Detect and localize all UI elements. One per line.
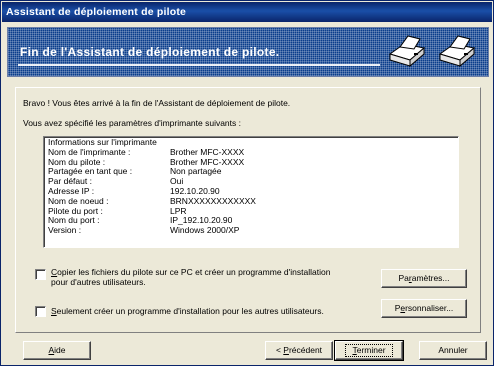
list-item: Partagée en tant que : Non partagée [48, 166, 222, 177]
list-item: Version : Windows 2000/XP [48, 225, 240, 236]
parametres-button[interactable]: Paramètres... [381, 269, 467, 288]
printer-icon [436, 34, 478, 72]
wizard-window: Assistant de déploiement de pilote Fin d… [0, 0, 494, 366]
printer-info-list[interactable]: Informations sur l'imprimante Nom de l'i… [43, 136, 459, 248]
personnaliser-button[interactable]: Personnaliser... [381, 299, 467, 318]
banner-divider [18, 64, 380, 66]
precedent-button[interactable]: < Précédent [265, 341, 333, 360]
intro-text: Bravo ! Vous êtes arrivé à la fin de l'A… [23, 98, 291, 108]
only-create-checkbox[interactable] [35, 306, 46, 317]
copy-files-label[interactable]: Copier les fichiers du pilote sur ce PC … [51, 267, 330, 287]
list-item: Nom du port : IP_192.10.20.90 [48, 215, 233, 226]
aide-button[interactable]: Aide [23, 341, 91, 360]
list-item: Par défaut : Oui [48, 176, 184, 187]
list-item: Pilote du port : LPR [48, 205, 187, 216]
terminer-button[interactable]: Terminer [334, 340, 404, 361]
wizard-banner: Fin de l'Assistant de déploiement de pil… [7, 27, 489, 77]
banner-title: Fin de l'Assistant de déploiement de pil… [20, 45, 280, 59]
only-create-label[interactable]: Seulement créer un programme d'installat… [51, 306, 324, 316]
printer-icon [386, 34, 428, 72]
copy-files-checkbox[interactable] [35, 269, 46, 280]
params-intro-text: Vous avez spécifié les paramètres d'impr… [23, 118, 241, 128]
list-item: Nom de noeud : BRNXXXXXXXXXXXX [48, 195, 256, 206]
list-item: Nom de l'imprimante : Brother MFC-XXXX [48, 146, 245, 157]
window-title: Assistant de déploiement de pilote [2, 2, 492, 22]
annuler-button[interactable]: Annuler [419, 341, 487, 360]
